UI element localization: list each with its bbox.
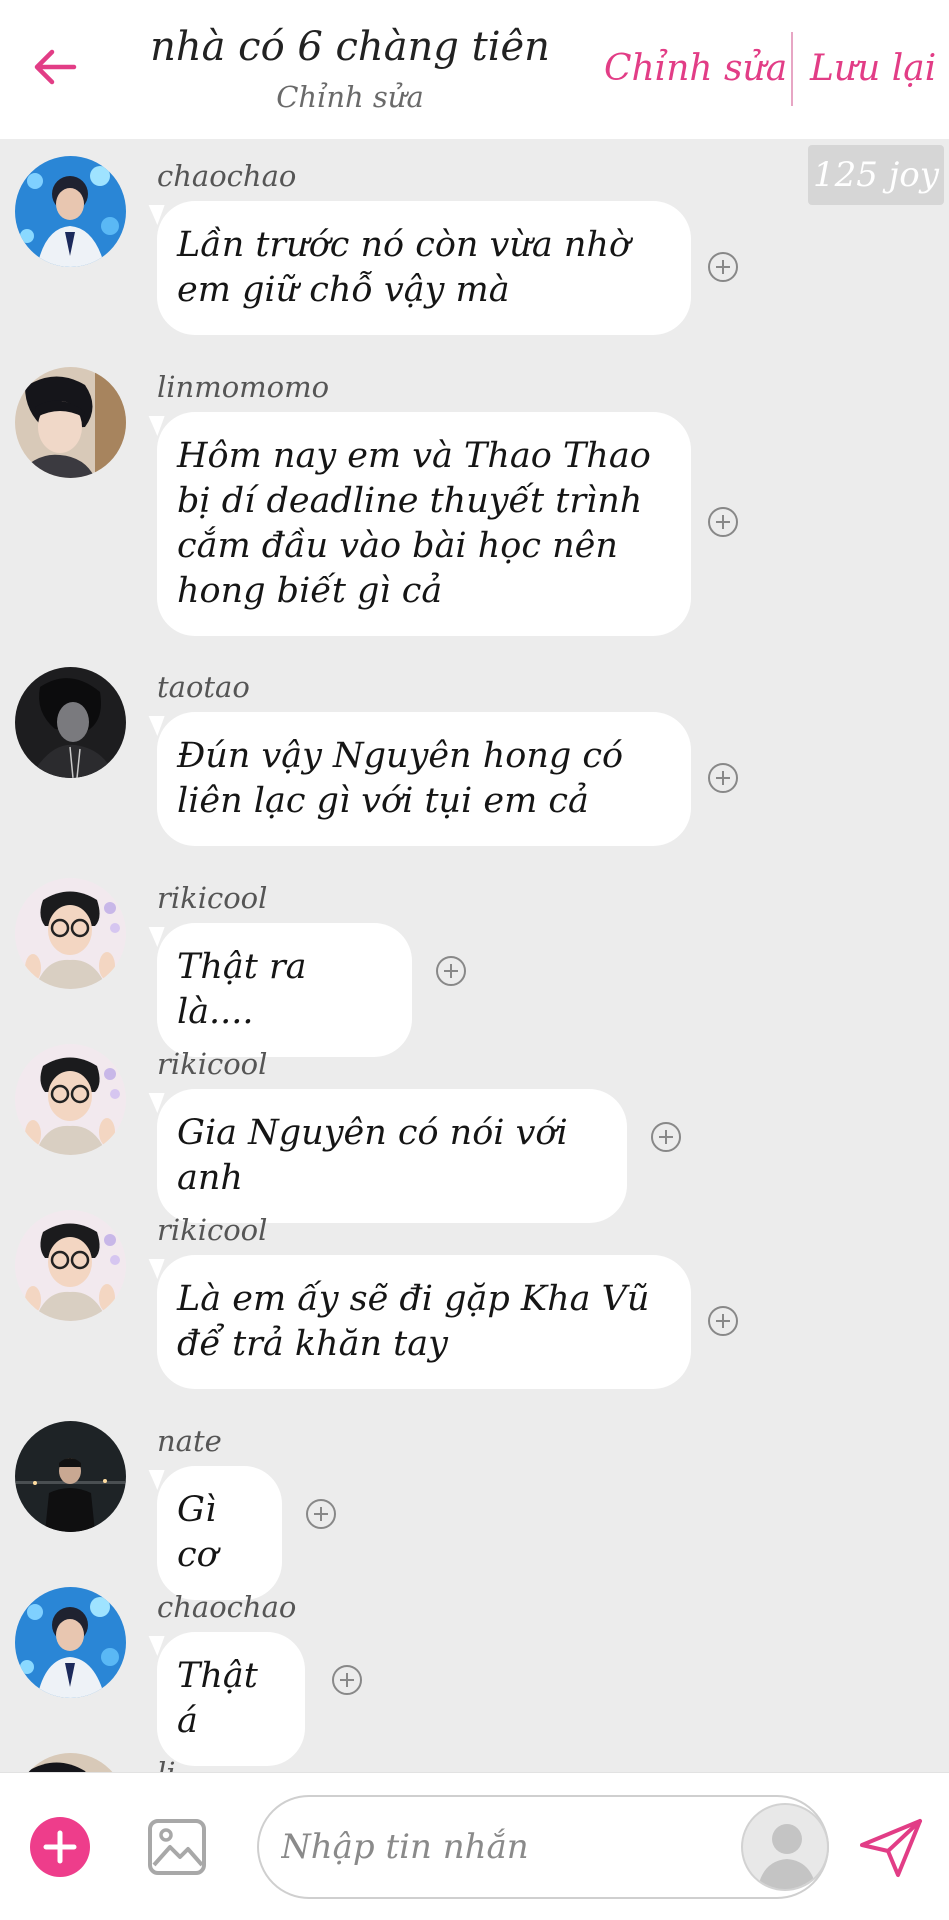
send-icon[interactable] [858,1815,924,1879]
message-bubble[interactable]: Đún vậy Nguyên hong có liên lạc gì với t… [157,712,691,846]
top-bar: nhà có 6 chàng tiên Chỉnh sửa Chỉnh sửa … [0,0,949,139]
add-reaction-icon[interactable] [435,955,467,987]
message-bubble[interactable]: Hôm nay em và Thao Thao bị dí deadline t… [157,412,691,636]
chat-title: nhà có 6 chàng tiên [150,24,550,70]
avatar[interactable] [15,1421,126,1532]
add-reaction-icon[interactable] [305,1498,337,1530]
plus-icon [43,1830,77,1864]
save-button[interactable]: Lưu lại [810,48,936,89]
username: chaochao [157,1590,297,1624]
avatar[interactable] [15,1210,126,1321]
add-reaction-icon[interactable] [707,762,739,794]
back-arrow-icon[interactable] [30,42,80,92]
username: rikicool [157,1047,268,1081]
avatar[interactable] [15,1044,126,1155]
avatar[interactable] [15,878,126,989]
username: rikicool [157,1213,268,1247]
message-input[interactable] [281,1817,721,1877]
message-item: nate Gì cơ [0,1404,949,1600]
image-icon[interactable] [146,1817,208,1877]
message-item: linmomomo Hôm nay em và Thao Thao bị dí … [0,350,949,650]
username: rikicool [157,881,268,915]
header-divider [791,32,793,106]
message-item: chaochao Lần trước nó còn vừa nhờ em giữ… [0,139,949,350]
message-item: rikicool Là em ấy sẽ đi gặp Kha Vũ để tr… [0,1193,949,1404]
add-reaction-icon[interactable] [707,506,739,538]
chat-subtitle-edit[interactable]: Chỉnh sửa [150,80,550,114]
username: li [157,1756,176,1772]
avatar[interactable] [15,667,126,778]
message-item: rikicool Gia Nguyên có nói với anh [0,1027,949,1223]
person-icon[interactable] [741,1803,829,1891]
add-reaction-icon[interactable] [707,1305,739,1337]
edit-button[interactable]: Chỉnh sửa [604,48,787,89]
composer-bar [0,1772,949,1920]
message-input-wrapper [257,1795,829,1899]
add-button[interactable] [30,1817,90,1877]
avatar[interactable] [15,1753,126,1772]
add-reaction-icon[interactable] [331,1664,363,1696]
message-bubble[interactable]: Là em ấy sẽ đi gặp Kha Vũ để trả khăn ta… [157,1255,691,1389]
message-item: chaochao Thật á [0,1570,949,1766]
add-reaction-icon[interactable] [650,1121,682,1153]
username: linmomomo [157,370,330,404]
username: taotao [157,670,250,704]
add-reaction-icon[interactable] [707,251,739,283]
message-item: li [0,1736,949,1772]
message-item: taotao Đún vậy Nguyên hong có liên lạc g… [0,650,949,861]
message-item: rikicool Thật ra là.... [0,861,949,1057]
avatar[interactable] [15,156,126,267]
username: chaochao [157,159,297,193]
chat-area[interactable]: 125 joy chaochao Lần trước nó còn vừa nh… [0,139,949,1772]
avatar[interactable] [15,1587,126,1698]
avatar[interactable] [15,367,126,478]
message-bubble[interactable]: Lần trước nó còn vừa nhờ em giữ chỗ vậy … [157,201,691,335]
username: nate [157,1424,222,1458]
